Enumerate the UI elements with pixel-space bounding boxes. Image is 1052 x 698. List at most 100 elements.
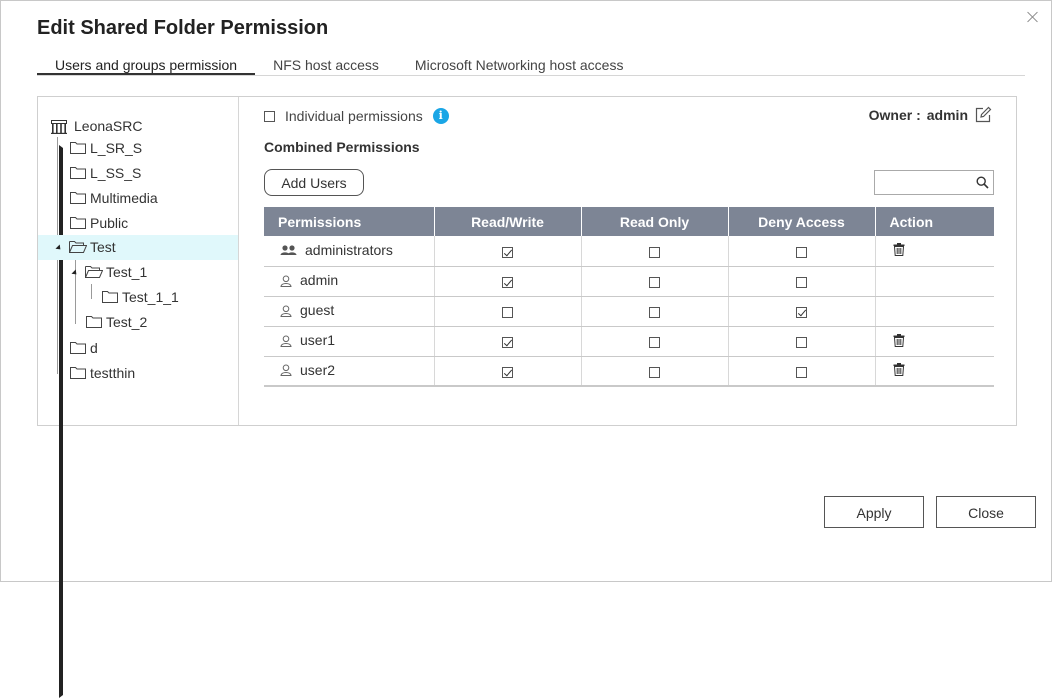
tab-divider	[37, 75, 1025, 76]
info-icon[interactable]: i	[432, 108, 449, 124]
tree-item-label: Test_1	[106, 264, 148, 280]
deny-access-cell	[728, 296, 876, 327]
owner-label: Owner :	[868, 107, 921, 123]
table-header-row: Permissions Read/Write Read Only Deny Ac…	[264, 207, 994, 236]
deny-access-checkbox[interactable]	[796, 366, 807, 378]
tree-item-l-sr-s[interactable]: L_SR_S	[38, 136, 238, 473]
open-folder-icon	[85, 265, 103, 278]
table-row: admin	[264, 266, 994, 297]
server-icon	[51, 120, 67, 134]
tree-item-multimedia[interactable]: Multimedia	[38, 186, 238, 523]
tree-item-label: d	[90, 340, 98, 356]
read-write-checkbox[interactable]	[502, 276, 513, 288]
read-only-cell	[581, 296, 729, 327]
edit-icon[interactable]	[974, 106, 992, 124]
row-name-cell: user2	[264, 356, 435, 387]
deny-access-checkbox[interactable]	[796, 276, 807, 288]
action-cell	[875, 236, 994, 267]
search-icon[interactable]	[976, 176, 989, 189]
trash-icon[interactable]	[893, 363, 905, 379]
read-only-checkbox[interactable]	[649, 306, 660, 318]
tree-item-label: Public	[90, 215, 129, 231]
folder-icon	[102, 290, 118, 303]
row-name-cell: admin	[264, 266, 435, 297]
row-name: administrators	[305, 242, 393, 259]
read-write-checkbox[interactable]	[502, 366, 513, 378]
edit-shared-folder-dialog: Edit Shared Folder Permission Users and …	[0, 0, 1052, 698]
read-only-checkbox[interactable]	[649, 246, 660, 258]
close-icon[interactable]	[1025, 9, 1041, 25]
tree-item-testthin[interactable]: testthin	[38, 361, 238, 698]
read-write-cell	[434, 236, 582, 267]
add-users-button[interactable]: Add Users	[264, 169, 364, 196]
col-read-write[interactable]: Read/Write	[434, 207, 582, 236]
read-write-checkbox[interactable]	[502, 306, 513, 318]
user-icon	[280, 363, 292, 379]
tab-microsoft-networking[interactable]: Microsoft Networking host access	[397, 56, 642, 75]
trash-icon[interactable]	[893, 333, 905, 350]
open-folder-icon	[69, 240, 87, 253]
collapse-arrow-icon[interactable]	[55, 244, 63, 252]
tree-item-test[interactable]: Test	[38, 235, 238, 260]
search-input[interactable]	[875, 171, 971, 194]
tree-item-public[interactable]: Public	[38, 211, 238, 548]
table-row: guest	[264, 296, 994, 327]
folder-icon	[70, 216, 86, 229]
tree-item-label: Multimedia	[90, 190, 158, 206]
row-name: user1	[300, 332, 336, 349]
col-read-only[interactable]: Read Only	[581, 207, 729, 236]
folder-icon	[86, 315, 102, 328]
deny-access-checkbox[interactable]	[796, 306, 807, 318]
apply-button[interactable]: Apply	[824, 496, 924, 528]
tree-item-label: Test	[90, 239, 116, 255]
tree-item-l-ss-s[interactable]: L_SS_S	[38, 161, 238, 498]
row-name-cell: guest	[264, 296, 435, 327]
tree-item-d[interactable]: d	[38, 336, 238, 673]
combined-permissions-title: Combined Permissions	[264, 139, 420, 155]
row-name: admin	[300, 272, 339, 289]
close-button[interactable]: Close	[936, 496, 1036, 528]
table-row: user1	[264, 326, 994, 357]
read-write-cell	[434, 326, 582, 357]
read-only-cell	[581, 266, 729, 297]
folder-tree: LeonaSRC L_SR_S L_SS_S Multimedia Public…	[38, 97, 239, 698]
tree-item-test-1-1[interactable]: Test_1_1	[38, 285, 238, 310]
read-only-cell	[581, 326, 729, 357]
deny-access-cell	[728, 356, 876, 387]
read-write-cell	[434, 356, 582, 387]
read-write-checkbox[interactable]	[502, 336, 513, 348]
folder-icon	[70, 141, 86, 154]
deny-access-checkbox[interactable]	[796, 336, 807, 348]
owner-info: Owner : admin	[869, 105, 992, 125]
read-only-checkbox[interactable]	[649, 336, 660, 348]
action-cell	[875, 266, 994, 297]
collapse-arrow-icon[interactable]	[71, 269, 79, 277]
tree-item-test-1[interactable]: Test_1	[38, 260, 238, 285]
tab-nfs-host-access[interactable]: NFS host access	[255, 56, 397, 75]
read-write-cell	[434, 296, 582, 327]
col-action: Action	[875, 207, 994, 236]
table-row: administrators	[264, 236, 994, 267]
col-deny-access[interactable]: Deny Access	[728, 207, 876, 236]
read-only-checkbox[interactable]	[649, 366, 660, 378]
tree-item-test-2[interactable]: Test_2	[38, 310, 238, 335]
tree-item-label: L_SR_S	[90, 140, 143, 156]
permission-panel: LeonaSRC L_SR_S L_SS_S Multimedia Public…	[37, 96, 1017, 698]
tree-item-label: testthin	[90, 365, 136, 381]
trash-icon[interactable]	[893, 243, 905, 259]
individual-permissions-checkbox[interactable]	[264, 110, 275, 122]
tab-users-groups[interactable]: Users and groups permission	[37, 56, 256, 75]
deny-access-cell	[728, 266, 876, 297]
group-icon	[280, 243, 297, 259]
read-only-checkbox[interactable]	[649, 276, 660, 288]
folder-icon	[70, 366, 86, 379]
table-row: user2	[264, 356, 994, 387]
user-icon	[280, 274, 292, 290]
folder-icon	[70, 166, 86, 179]
deny-access-checkbox[interactable]	[796, 246, 807, 258]
row-name-cell: user1	[264, 326, 435, 357]
read-write-checkbox[interactable]	[502, 246, 513, 258]
read-only-cell	[581, 356, 729, 387]
search-box	[874, 170, 994, 195]
col-permissions[interactable]: Permissions	[264, 207, 435, 236]
